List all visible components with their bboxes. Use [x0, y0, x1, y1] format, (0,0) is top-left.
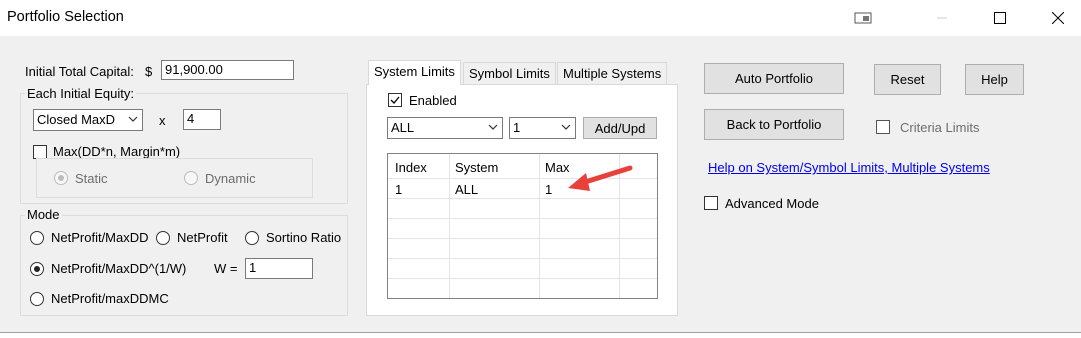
grid-cell-system[interactable]: ALL [455, 182, 478, 197]
mode-radio-netprofit-maxdd[interactable] [30, 231, 44, 245]
mode-option-netprofit-maxddmc: NetProfit/maxDDMC [51, 291, 169, 306]
help-limits-link[interactable]: Help on System/Symbol Limits, Multiple S… [708, 160, 990, 175]
mode-radio-netprofit-maxdd-w[interactable] [30, 262, 44, 276]
chevron-down-icon [561, 124, 571, 130]
mode-option-sortino: Sortino Ratio [266, 230, 342, 245]
reset-button[interactable]: Reset [874, 64, 941, 95]
mode-option-netprofit: NetProfit [177, 230, 228, 245]
equity-method-value: Closed MaxD [37, 112, 116, 127]
auto-portfolio-button[interactable]: Auto Portfolio [704, 63, 844, 94]
restore-icon[interactable] [840, 0, 886, 36]
dynamic-label: Dynamic [205, 171, 256, 186]
system-select[interactable]: ALL [387, 117, 503, 139]
advanced-mode-label: Advanced Mode [725, 196, 819, 211]
arrow-annotation-icon [568, 165, 633, 191]
max-select-value: 1 [513, 120, 521, 135]
equity-method-select[interactable]: Closed MaxD [33, 109, 143, 131]
advanced-mode-checkbox[interactable] [704, 196, 718, 210]
mode-radio-netprofit[interactable] [156, 231, 170, 245]
window-title: Portfolio Selection [7, 9, 124, 25]
add-update-button[interactable]: Add/Upd [583, 117, 657, 139]
help-button[interactable]: Help [965, 64, 1024, 95]
max-select[interactable]: 1 [509, 117, 576, 139]
tab-symbol-limits[interactable]: Symbol Limits [463, 62, 556, 84]
chevron-down-icon [488, 124, 498, 130]
mode-option-netprofit-maxdd-w: NetProfit/MaxDD^(1/W) [51, 261, 187, 276]
max-dd-checkbox[interactable] [33, 145, 47, 159]
minimize-icon[interactable] [919, 0, 965, 36]
maximize-icon[interactable] [977, 0, 1023, 36]
mode-radio-sortino[interactable] [245, 231, 259, 245]
equity-label: Each Initial Equity: [25, 86, 136, 101]
grid-cell-max[interactable]: 1 [545, 182, 552, 197]
grid-cell-index[interactable]: 1 [395, 182, 402, 197]
bottom-area [0, 333, 1081, 338]
criteria-limits-label: Criteria Limits [900, 120, 980, 135]
w-label: W = [214, 261, 238, 276]
multiplier-label: x [159, 113, 166, 128]
chevron-down-icon [128, 116, 138, 122]
mode-label: Mode [25, 207, 62, 222]
close-icon[interactable] [1035, 0, 1081, 36]
tab-multiple-systems[interactable]: Multiple Systems [557, 62, 668, 84]
dynamic-radio[interactable] [184, 171, 198, 185]
grid-header-index: Index [395, 160, 427, 175]
w-input[interactable]: 1 [245, 258, 313, 279]
grid-header-system: System [455, 160, 499, 175]
criteria-limits-checkbox[interactable] [876, 120, 890, 134]
max-dd-label: Max(DD*n, Margin*m) [53, 144, 181, 159]
mode-radio-netprofit-maxddmc[interactable] [30, 292, 44, 306]
currency-symbol: $ [145, 64, 153, 79]
system-select-value: ALL [391, 120, 415, 135]
mode-option-netprofit-maxdd: NetProfit/MaxDD [51, 230, 149, 245]
checkmark-icon [390, 96, 400, 104]
capital-input[interactable]: 91,900.00 [161, 60, 294, 80]
back-to-portfolio-button[interactable]: Back to Portfolio [704, 109, 844, 140]
tab-system-limits[interactable]: System Limits [368, 60, 461, 85]
enabled-label: Enabled [409, 93, 457, 108]
multiplier-input[interactable]: 4 [183, 109, 221, 130]
capital-label: Initial Total Capital: [25, 64, 134, 79]
static-radio[interactable] [54, 171, 68, 185]
enabled-checkbox[interactable] [388, 93, 402, 107]
static-label: Static [75, 171, 108, 186]
